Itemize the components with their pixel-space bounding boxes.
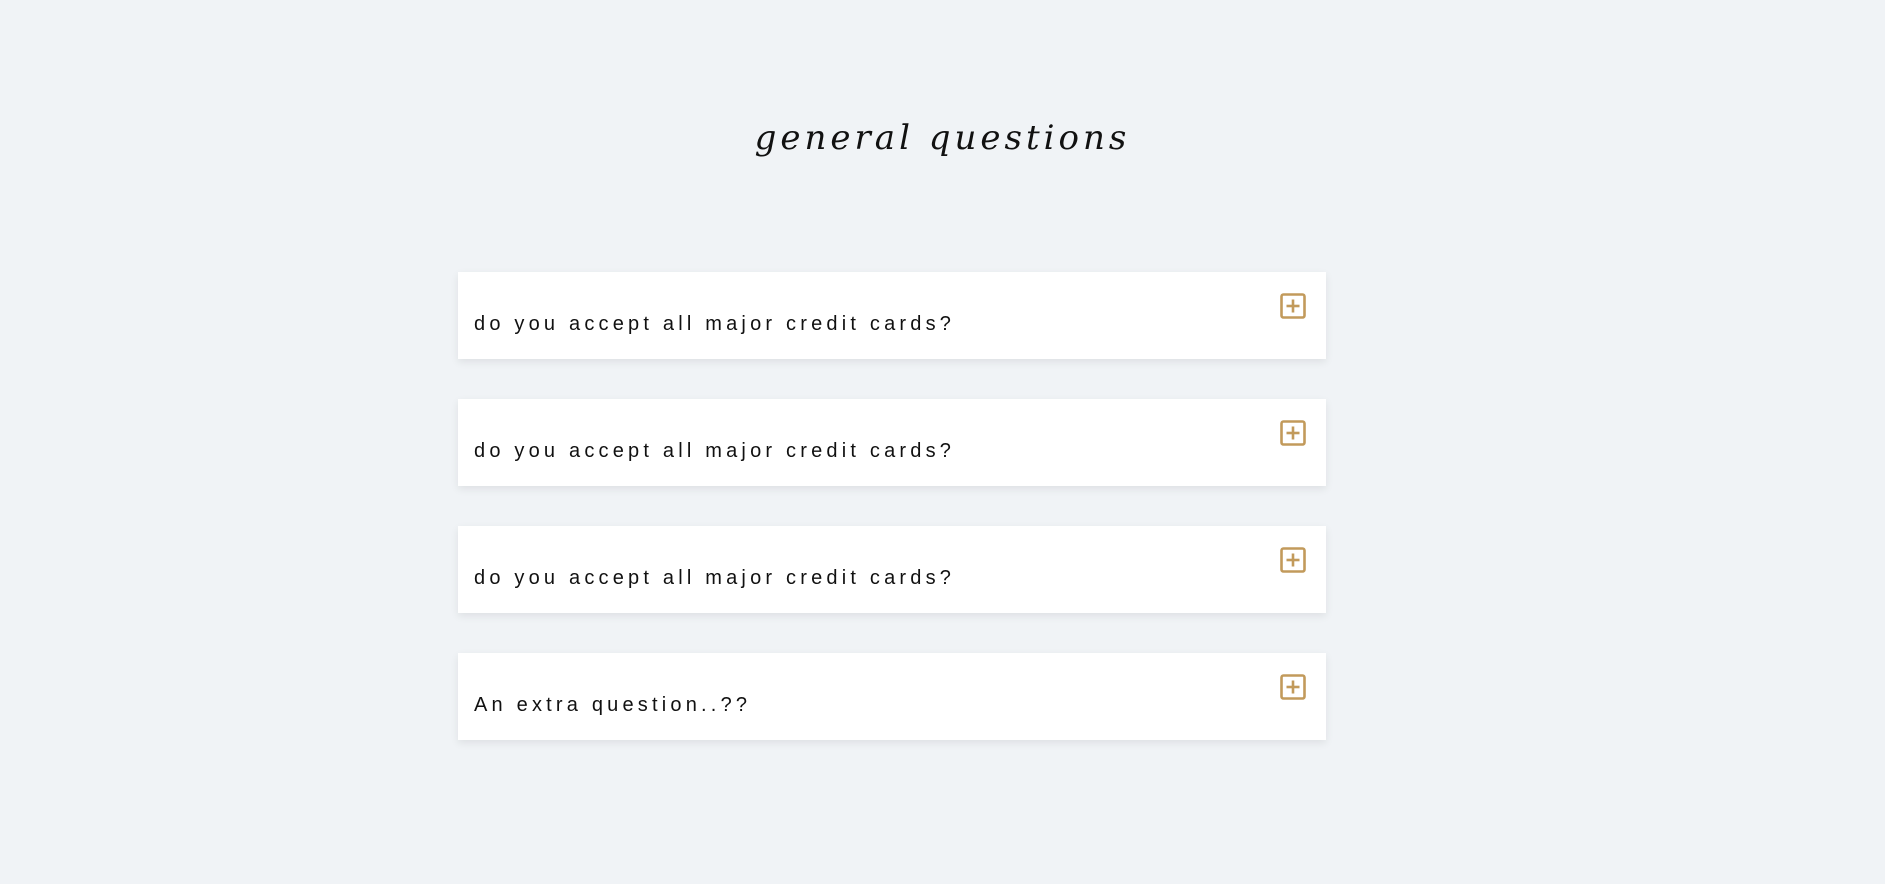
plus-square-icon[interactable] [1280,420,1306,446]
faq-item[interactable]: do you accept all major credit cards? [458,526,1326,613]
plus-square-icon[interactable] [1280,547,1306,573]
page-title: general questions [754,118,1131,158]
faq-question: do you accept all major credit cards? [474,567,956,589]
faq-item[interactable]: do you accept all major credit cards? [458,399,1326,486]
faq-question: do you accept all major credit cards? [474,440,956,462]
faq-question: do you accept all major credit cards? [474,313,956,335]
faq-list: do you accept all major credit cards? do… [458,272,1326,780]
plus-square-icon[interactable] [1280,674,1306,700]
faq-item[interactable]: do you accept all major credit cards? [458,272,1326,359]
faq-item[interactable]: An extra question..?? [458,653,1326,740]
plus-square-icon[interactable] [1280,293,1306,319]
faq-question: An extra question..?? [474,694,752,716]
